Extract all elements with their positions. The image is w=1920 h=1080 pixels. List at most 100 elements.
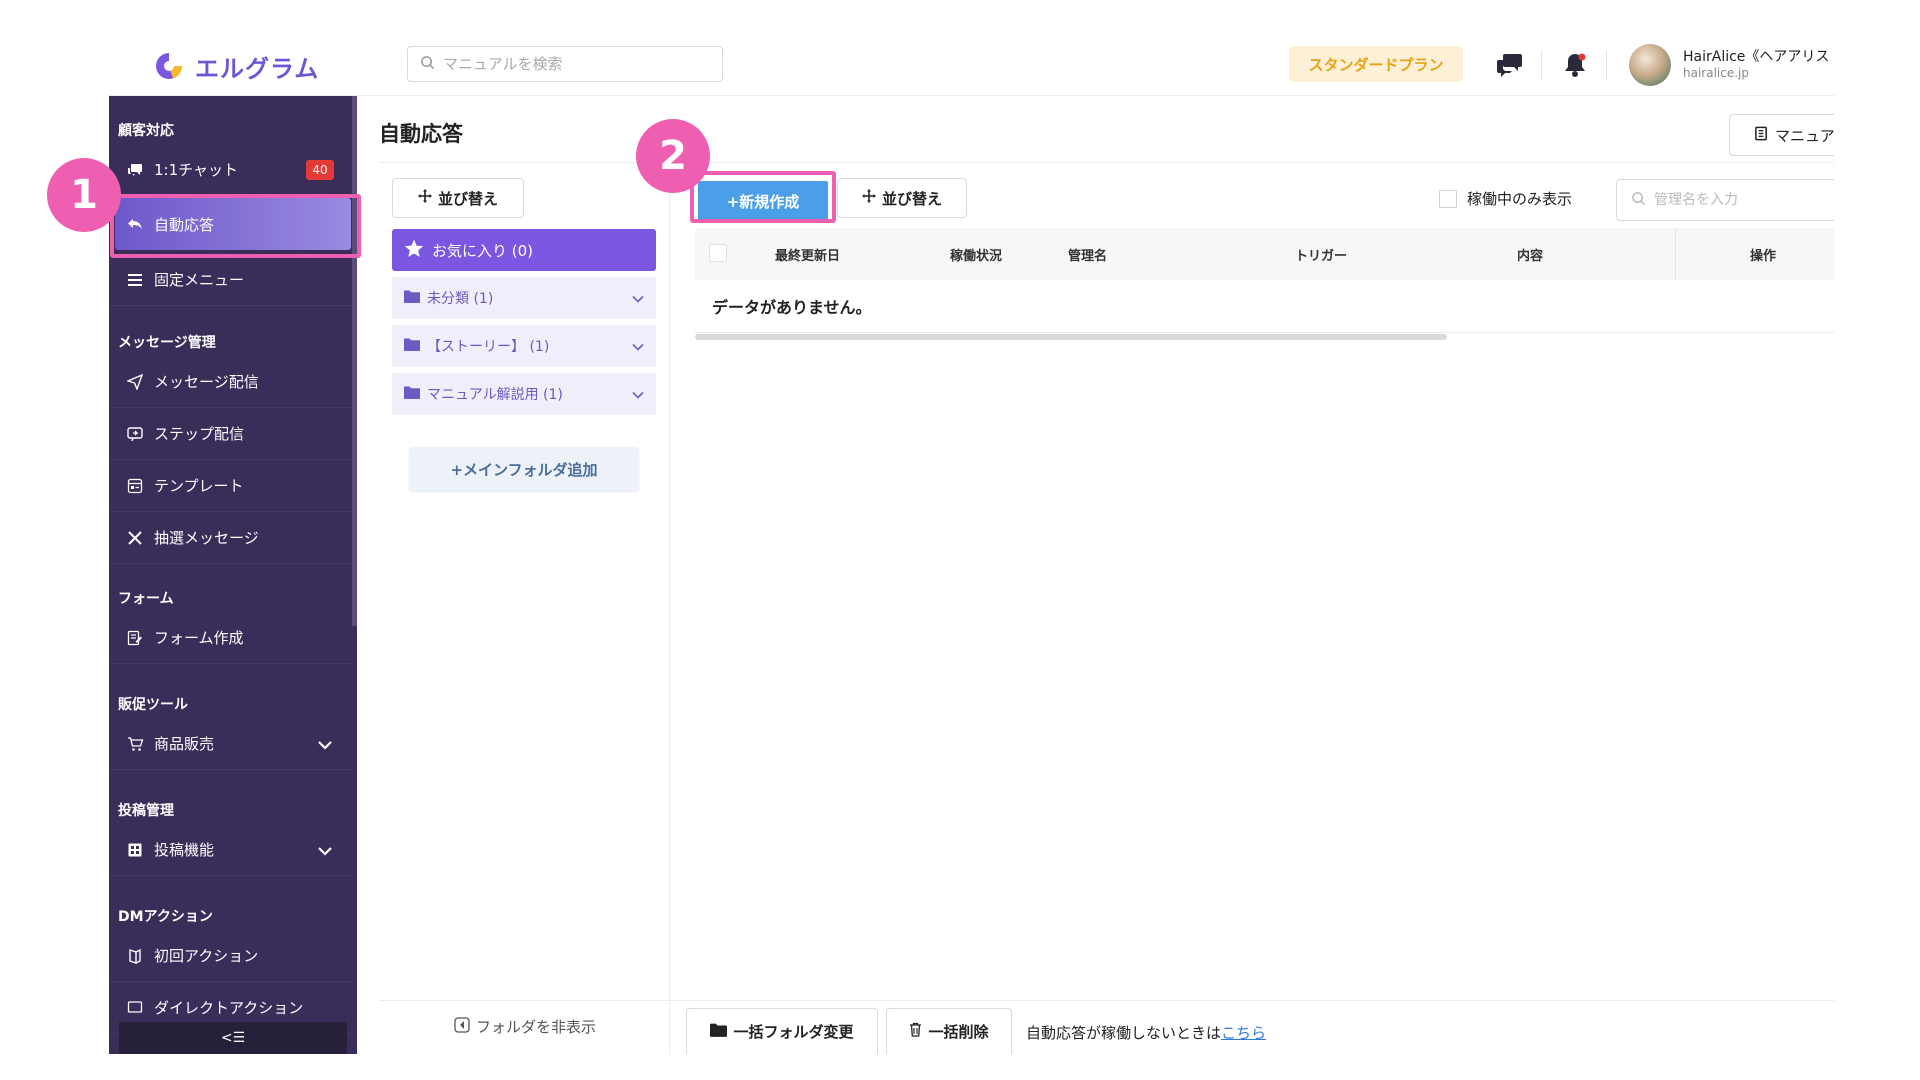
chevron-down-icon[interactable]: [632, 291, 644, 307]
hide-folders-button[interactable]: フォルダを非表示: [454, 1016, 596, 1037]
section-title-form: フォーム: [118, 591, 174, 607]
plan-badge[interactable]: スタンダードプラン: [1289, 46, 1463, 82]
user-domain: hairalice.jp: [1683, 66, 1749, 80]
sidebar-item-message-delivery[interactable]: メッセージ配信: [109, 356, 352, 408]
template-icon: [126, 477, 144, 495]
column-divider: [1675, 228, 1676, 280]
folder-label: 未分類 (1): [427, 291, 494, 307]
cart-icon: [126, 735, 144, 753]
hide-folders-label: フォルダを非表示: [476, 1018, 597, 1036]
header-separator: [1606, 50, 1607, 80]
name-search[interactable]: [1616, 179, 1834, 221]
sidebar-item-step-delivery[interactable]: ステップ配信: [109, 408, 352, 460]
move-icon: [861, 189, 876, 207]
sidebar-item-label: 投稿機能: [154, 841, 215, 859]
sidebar-item-post-feature[interactable]: 投稿機能: [109, 824, 352, 876]
sidebar-item-product-sales[interactable]: 商品販売: [109, 718, 352, 770]
folder-sort-button[interactable]: 並び替え: [392, 178, 524, 218]
direct-icon: [126, 999, 144, 1017]
sidebar-item-chat[interactable]: 1:1チャット 40: [109, 144, 352, 196]
sort-button[interactable]: 並び替え: [837, 178, 967, 218]
chat-bubbles-icon[interactable]: [1495, 50, 1525, 80]
table-header: 最終更新日 稼働状況 管理名 トリガー 内容 操作: [695, 228, 1834, 280]
header-separator: [1541, 50, 1542, 80]
search-icon: [1631, 191, 1646, 210]
sidebar-item-label: テンプレート: [154, 477, 244, 495]
horizontal-scrollbar[interactable]: [695, 334, 1447, 340]
chevron-down-icon[interactable]: [318, 736, 332, 754]
section-title-messages: メッセージ管理: [118, 335, 216, 351]
highlight-box-auto-reply: [110, 194, 361, 258]
bulk-delete-button[interactable]: 一括削除: [886, 1008, 1012, 1054]
manual-button[interactable]: マニュア: [1729, 114, 1834, 156]
send-icon: [126, 373, 144, 391]
folder-item[interactable]: 【ストーリー】 (1): [392, 325, 656, 367]
folder-label: マニュアル解説用 (1): [427, 387, 563, 403]
chevron-down-icon[interactable]: [632, 387, 644, 403]
sidebar-item-first-action[interactable]: 初回アクション: [109, 930, 352, 982]
sidebar-item-label: 初回アクション: [154, 947, 259, 965]
sidebar-item-label: ダイレクトアクション: [154, 999, 304, 1017]
favorites-folder[interactable]: お気に入り (0): [392, 229, 656, 271]
active-only-filter[interactable]: 稼働中のみ表示: [1439, 188, 1572, 209]
folder-icon: [404, 290, 420, 307]
name-search-input[interactable]: [1654, 192, 1824, 208]
sidebar-item-fixed-menu[interactable]: 固定メニュー: [109, 254, 352, 306]
form-edit-icon: [126, 629, 144, 647]
sidebar-item-label: 固定メニュー: [154, 271, 245, 289]
add-main-folder-button[interactable]: +メインフォルダ追加: [409, 447, 639, 491]
column-header[interactable]: 管理名: [1068, 245, 1107, 264]
move-icon: [417, 189, 432, 207]
help-note: 自動応答が稼働しないときはこちら: [1026, 1022, 1266, 1043]
step-number-badge: 1: [47, 158, 121, 232]
sidebar-scrollbar[interactable]: [352, 96, 357, 626]
manual-search[interactable]: [407, 46, 723, 82]
bell-icon[interactable]: [1560, 50, 1590, 80]
help-link[interactable]: こちら: [1221, 1024, 1266, 1042]
manual-search-input[interactable]: [443, 55, 703, 73]
sidebar-item-label: フォーム作成: [154, 629, 244, 647]
column-header[interactable]: 内容: [1517, 245, 1543, 264]
star-icon: [404, 239, 424, 262]
sidebar-item-template[interactable]: テンプレート: [109, 460, 352, 512]
active-only-checkbox[interactable]: [1439, 189, 1457, 208]
shuffle-icon: [126, 529, 144, 547]
sidebar-item-lottery[interactable]: 抽選メッセージ: [109, 512, 352, 564]
bulk-delete-label: 一括削除: [928, 1023, 989, 1041]
sidebar-item-label: ステップ配信: [154, 425, 245, 443]
book-icon: [1754, 126, 1769, 145]
bulk-folder-change-button[interactable]: 一括フォルダ変更: [686, 1008, 878, 1054]
chevron-down-icon[interactable]: [632, 339, 644, 355]
sidebar-item-form-create[interactable]: フォーム作成: [109, 612, 352, 664]
grid-post-icon: [126, 841, 144, 859]
highlight-box-new-create: [690, 171, 836, 223]
section-title-dm-actions: DMアクション: [118, 909, 213, 925]
chat-icon: [126, 161, 144, 179]
search-icon: [420, 55, 435, 74]
user-name[interactable]: HairAlice《ヘアアリス: [1683, 46, 1829, 66]
trash-icon: [909, 1022, 922, 1041]
divider: [695, 332, 1834, 333]
sort-button-label: 並び替え: [881, 189, 942, 208]
page-title: 自動応答: [379, 122, 463, 146]
sidebar-collapse-button[interactable]: <☰: [119, 1022, 347, 1054]
app-window: エルグラム スタンダードプラン HairAlice《ヘアアリス: [109, 36, 1834, 1054]
folder-item[interactable]: 未分類 (1): [392, 277, 656, 319]
folder-icon: [710, 1023, 728, 1041]
step-message-icon: [126, 425, 144, 443]
folder-sort-label: 並び替え: [437, 189, 498, 208]
logo[interactable]: エルグラム: [153, 48, 319, 84]
chevron-down-icon[interactable]: [318, 842, 332, 860]
column-header[interactable]: 最終更新日: [775, 245, 840, 264]
sidebar-item-label: 1:1チャット: [154, 161, 238, 179]
logo-text: エルグラム: [195, 54, 320, 83]
section-title-customer: 顧客対応: [118, 123, 174, 139]
bulk-folder-change-label: 一括フォルダ変更: [733, 1023, 854, 1041]
favorites-folder-label: お気に入り (0): [432, 241, 534, 260]
column-header[interactable]: 稼働状況: [950, 245, 1002, 264]
column-header[interactable]: トリガー: [1295, 245, 1347, 264]
select-all-checkbox[interactable]: [709, 244, 727, 262]
folder-item[interactable]: マニュアル解説用 (1): [392, 373, 656, 415]
folder-icon: [404, 386, 420, 403]
avatar[interactable]: [1629, 44, 1671, 86]
